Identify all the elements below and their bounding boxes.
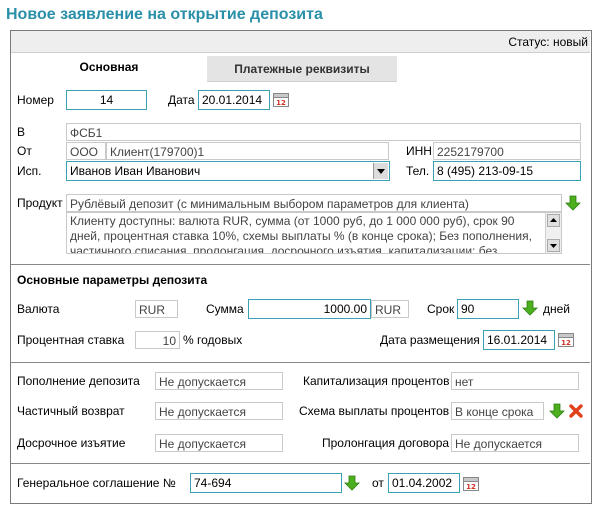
- capitalization-field[interactable]: нет: [451, 372, 579, 390]
- status-value: новый: [552, 35, 588, 49]
- select-arrow-icon[interactable]: [549, 403, 565, 419]
- product-description-text: Клиенту доступны: валюта RUR, сумма (от …: [70, 214, 532, 254]
- placement-date-field[interactable]: 16.01.2014: [483, 330, 555, 350]
- status-bar: [11, 31, 590, 53]
- agreement-date-field[interactable]: 01.04.2002: [388, 473, 460, 493]
- early-withdrawal-field[interactable]: Не допускается: [155, 434, 283, 452]
- divider: [11, 264, 590, 265]
- scroll-down-button[interactable]: [547, 239, 560, 252]
- payment-scheme-label: Схема выплаты процентов: [299, 404, 450, 418]
- executor-label: Исп.: [17, 164, 42, 178]
- executor-select[interactable]: Иванов Иван Иванович: [66, 161, 390, 181]
- rate-unit: % годовых: [183, 333, 243, 347]
- dropdown-button[interactable]: [373, 163, 388, 179]
- delete-icon[interactable]: [568, 403, 584, 419]
- from-org-type-field[interactable]: ООО: [66, 142, 106, 160]
- prolongation-label: Пролонгация договора: [322, 436, 450, 450]
- arrow-up-icon: [550, 218, 557, 222]
- product-description[interactable]: Клиенту доступны: валюта RUR, сумма (от …: [66, 212, 562, 254]
- replenishment-label: Пополнение депозита: [17, 374, 140, 388]
- general-agreement-field[interactable]: 74-694: [190, 473, 342, 493]
- currency-label: Валюта: [17, 302, 60, 316]
- partial-return-label: Частичный возврат: [17, 404, 125, 418]
- page-title: Новое заявление на открытие депозита: [6, 6, 323, 23]
- scrollbar[interactable]: [545, 213, 561, 253]
- select-arrow-icon[interactable]: [522, 300, 538, 316]
- product-label: Продукт: [17, 196, 63, 210]
- to-label: В: [17, 125, 26, 139]
- general-agreement-label: Генеральное соглашение №: [17, 476, 176, 490]
- capitalization-label: Капитализация процентов: [303, 374, 450, 388]
- select-arrow-icon[interactable]: [344, 475, 360, 491]
- divider: [11, 463, 590, 464]
- calendar-icon[interactable]: 12: [558, 332, 574, 347]
- inn-label: ИНН: [406, 144, 432, 158]
- product-field[interactable]: Рублёвый депозит (с минимальным выбором …: [66, 194, 562, 212]
- svg-text:12: 12: [561, 339, 571, 347]
- partial-return-field[interactable]: Не допускается: [155, 402, 283, 420]
- executor-value: Иванов Иван Иванович: [70, 164, 201, 178]
- to-field[interactable]: ФСБ1: [66, 123, 581, 141]
- select-arrow-icon[interactable]: [565, 195, 581, 211]
- date-field[interactable]: 20.01.2014: [198, 90, 270, 110]
- term-field[interactable]: 90: [457, 299, 519, 319]
- rate-field[interactable]: 10: [135, 331, 180, 349]
- placement-date-label: Дата размещения: [380, 333, 480, 347]
- term-label: Срок: [427, 302, 455, 316]
- amount-field[interactable]: 1000.00: [248, 299, 371, 319]
- arrow-down-icon: [550, 244, 557, 248]
- agreement-date-label: от: [372, 476, 384, 490]
- number-field[interactable]: 14: [66, 90, 147, 110]
- chevron-down-icon: [377, 169, 385, 174]
- replenishment-field[interactable]: Не допускается: [155, 372, 283, 390]
- amount-currency: RUR: [371, 300, 409, 318]
- inn-field[interactable]: 2252179700: [433, 142, 581, 160]
- term-unit: дней: [543, 302, 571, 316]
- from-client-field[interactable]: Клиент(179700)1: [106, 142, 389, 160]
- amount-label: Сумма: [206, 302, 244, 316]
- svg-text:12: 12: [276, 99, 286, 107]
- calendar-icon[interactable]: 12: [273, 92, 289, 107]
- currency-field[interactable]: RUR: [135, 300, 178, 318]
- divider: [11, 362, 590, 363]
- payment-scheme-field[interactable]: В конце срока: [451, 402, 544, 420]
- tab-payment-details[interactable]: Платежные реквизиты: [207, 56, 397, 82]
- svg-text:12: 12: [466, 483, 476, 491]
- section-heading: Основные параметры депозита: [17, 273, 208, 287]
- scroll-up-button[interactable]: [547, 214, 560, 227]
- rate-label: Процентная ставка: [17, 333, 125, 347]
- calendar-icon[interactable]: 12: [463, 476, 479, 491]
- number-label: Номер: [17, 93, 54, 107]
- phone-field[interactable]: 8 (495) 213-09-15: [433, 161, 581, 181]
- early-withdrawal-label: Досрочное изъятие: [17, 436, 126, 450]
- status-text: Статус: новый: [508, 35, 588, 49]
- date-label: Дата: [168, 93, 195, 107]
- from-label: От: [17, 144, 32, 158]
- prolongation-field[interactable]: Не допускается: [451, 434, 579, 452]
- phone-label: Тел.: [406, 164, 430, 178]
- tab-main[interactable]: Основная: [11, 54, 207, 80]
